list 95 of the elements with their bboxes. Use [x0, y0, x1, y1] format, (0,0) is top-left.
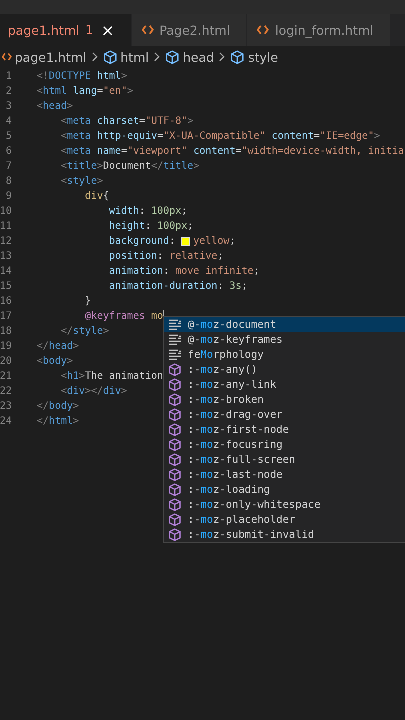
code-text: </style> [60, 326, 110, 337]
code-text: <title>Document</title> [60, 161, 200, 172]
suggestion-item[interactable]: @-moz-keyframes [164, 332, 405, 347]
code-text: </body> [37, 401, 80, 412]
suggestion-item[interactable]: :-moz-broken [164, 392, 405, 407]
cube-icon [165, 50, 180, 64]
code-text: <head> [37, 101, 74, 112]
line-number: 5 [4, 131, 12, 142]
code-text: <style> [60, 176, 104, 187]
snippet-icon [168, 348, 182, 360]
line-number: 1 [4, 71, 12, 82]
cube-icon [168, 468, 182, 482]
cube-icon [168, 452, 182, 466]
suggestion-item[interactable]: :-moz-only-whitespace [164, 497, 405, 512]
code-text: @keyframes mo [84, 311, 164, 322]
line-number: 10 [0, 206, 12, 217]
line-number: 2 [4, 86, 12, 97]
editor-tab[interactable]: login_form.html [247, 14, 391, 46]
suggestion-item[interactable]: :-moz-any() [164, 362, 405, 377]
breadcrumb-item[interactable]: page1.html [2, 50, 87, 64]
suggestion-item[interactable]: @-moz-document [164, 317, 405, 332]
line-number: 8 [4, 176, 12, 187]
snippet-icon [168, 334, 182, 346]
cube-icon [168, 482, 182, 496]
code-file-icon [142, 25, 154, 35]
code-text: animation: move infinite; [108, 266, 260, 277]
code-text: <meta charset="UTF-8"> [60, 116, 194, 127]
code-file-icon [2, 52, 12, 62]
cube-icon [168, 422, 182, 436]
code-text: yellow; [193, 236, 236, 247]
editor-tab[interactable]: Page2.html [132, 14, 248, 46]
code-text: <html lang="en"> [37, 86, 134, 97]
code-text: <!DOCTYPE html> [37, 71, 128, 82]
editor-tab[interactable]: page1.html 1 × [0, 14, 132, 46]
code-text: <body> [37, 356, 74, 367]
line-number: 6 [4, 146, 12, 157]
line-number: 12 [0, 236, 12, 247]
suggestion-item[interactable]: :-moz-full-screen [164, 452, 405, 467]
suggestion-item[interactable]: :-moz-placeholder [164, 512, 405, 527]
cube-icon [168, 528, 182, 542]
cube-icon [168, 512, 182, 526]
cube-icon [168, 498, 182, 512]
code-text: <meta name="viewport" content="width=device-width, initia [60, 146, 404, 157]
line-number: 7 [4, 161, 12, 172]
snippet-icon [168, 318, 182, 330]
line-number: 14 [0, 266, 12, 277]
chevron-icon [219, 52, 226, 62]
code-text: </head> [37, 341, 80, 352]
suggestion-item[interactable]: :-moz-submit-invalid [164, 527, 405, 542]
cube-icon [168, 362, 182, 376]
cube-icon [168, 378, 182, 392]
code-text: <meta http-equiv="X-UA-Compatible" content="IE=edge"> [60, 131, 380, 142]
breadcrumb-item[interactable]: head [165, 50, 214, 64]
chevron-icon [92, 52, 98, 62]
line-number: 4 [4, 116, 12, 127]
code-text: <div></div> [60, 386, 128, 397]
line-number: 13 [0, 251, 12, 262]
line-number: 16 [0, 296, 12, 307]
line-number: 9 [4, 191, 12, 202]
line-number: 23 [0, 401, 12, 412]
code-text: <h1>The animation [60, 371, 164, 382]
breadcrumb-item[interactable]: html [102, 50, 150, 64]
line-number: 21 [0, 371, 12, 382]
line-number: 22 [0, 386, 12, 397]
code-text: background: [108, 236, 176, 247]
line-number: 17 [0, 311, 12, 322]
code-text: position: relative; [108, 251, 224, 262]
code-text: </html> [37, 416, 80, 427]
cube-icon [168, 438, 182, 452]
line-number: 3 [4, 101, 12, 112]
suggestion-item[interactable]: :-moz-any-link [164, 377, 405, 392]
cube-icon [168, 392, 182, 406]
code-file-icon [257, 25, 270, 35]
cube-icon [168, 408, 182, 422]
code-text: animation-duration: 3s; [108, 281, 248, 292]
line-number: 15 [0, 281, 12, 292]
suggestion-item[interactable]: :-moz-last-node [164, 467, 405, 482]
suggestion-item[interactable]: :-moz-focusring [164, 437, 405, 452]
line-number: 11 [0, 221, 12, 232]
suggestion-item[interactable]: :-moz-drag-over [164, 407, 405, 422]
chevron-icon [154, 52, 160, 62]
code-text: height: 100px; [108, 221, 194, 232]
line-number: 20 [0, 356, 12, 367]
cube-icon [102, 50, 118, 64]
line-number: 24 [0, 416, 12, 427]
code-text: div{ [84, 191, 110, 202]
code-text: width: 100px; [108, 206, 188, 217]
suggestion-item[interactable]: :-moz-loading [164, 482, 405, 497]
cube-icon [230, 50, 246, 64]
line-number: 19 [0, 341, 12, 352]
breadcrumb-item[interactable]: style [230, 50, 278, 64]
line-number: 18 [0, 326, 12, 337]
suggestion-item[interactable]: :-moz-first-node [164, 422, 405, 437]
suggestion-item[interactable]: feMorphology [164, 347, 405, 362]
code-text: } [84, 296, 92, 307]
